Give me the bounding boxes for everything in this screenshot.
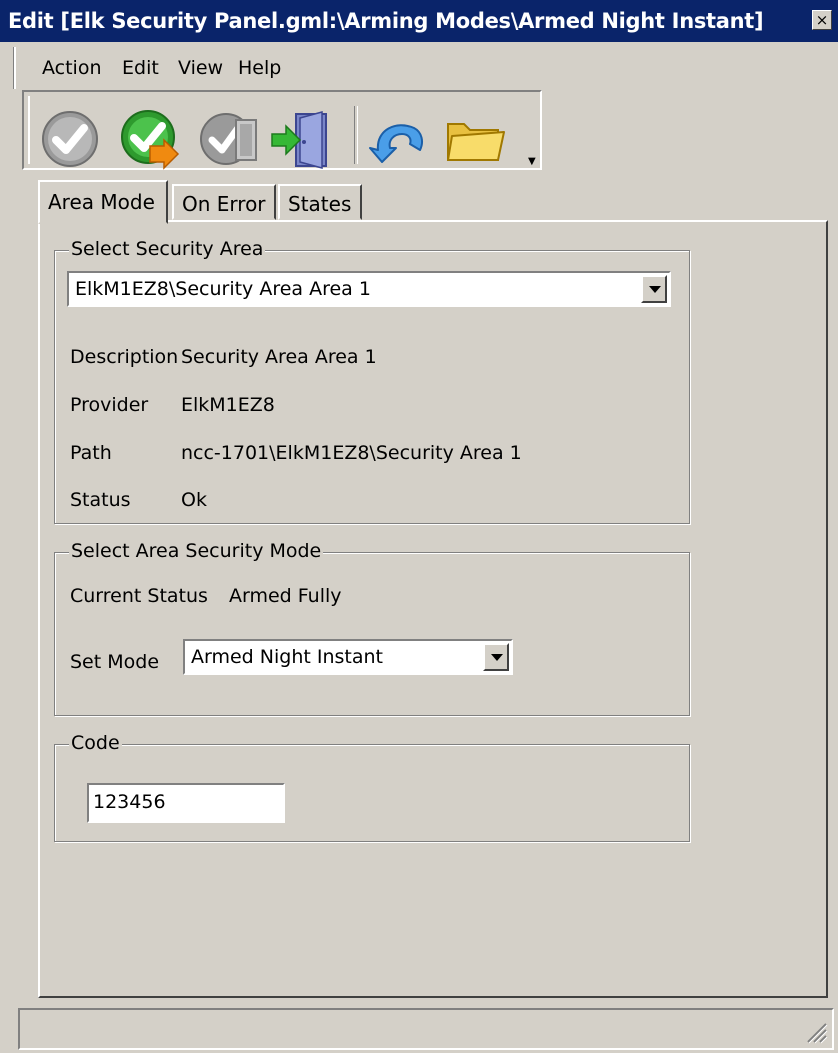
check-go-icon[interactable] bbox=[120, 108, 182, 170]
status-label: Status bbox=[70, 489, 131, 511]
current-status-label: Current Status bbox=[70, 585, 208, 607]
security-area-dropdown-button[interactable] bbox=[641, 275, 667, 303]
resize-grip-icon[interactable] bbox=[804, 1020, 828, 1044]
title-bar: Edit [Elk Security Panel.gml:\Arming Mod… bbox=[0, 0, 838, 42]
menu-action[interactable]: Action bbox=[42, 57, 102, 79]
chevron-down-icon bbox=[649, 286, 661, 293]
check-icon[interactable] bbox=[40, 108, 102, 170]
tab-panel-area-mode: Select Security Area ElkM1EZ8\Security A… bbox=[38, 220, 828, 998]
set-mode-selected: Armed Night Instant bbox=[191, 646, 383, 668]
tab-states[interactable]: States bbox=[278, 184, 362, 220]
window-title: Edit [Elk Security Panel.gml:\Arming Mod… bbox=[8, 9, 764, 33]
tab-on-error[interactable]: On Error bbox=[172, 184, 276, 220]
code-group: Code bbox=[54, 732, 690, 842]
exit-door-icon[interactable] bbox=[270, 108, 332, 170]
status-bar bbox=[18, 1008, 834, 1050]
menu-bar: Action Edit View Help bbox=[14, 47, 836, 89]
toolbar-dropdown-arrow[interactable]: ▼ bbox=[528, 156, 536, 167]
code-field-box[interactable] bbox=[87, 783, 285, 823]
toolbar-separator bbox=[354, 106, 358, 164]
code-input[interactable] bbox=[89, 785, 277, 819]
toolbar-band: ▼ bbox=[28, 96, 536, 170]
code-legend: Code bbox=[69, 732, 122, 754]
toolbar: ▼ bbox=[22, 90, 542, 170]
undo-icon[interactable] bbox=[366, 108, 428, 170]
check-door-icon[interactable] bbox=[200, 108, 262, 170]
chevron-down-icon bbox=[491, 654, 503, 661]
set-mode-dropdown-button[interactable] bbox=[483, 643, 509, 671]
set-mode-select[interactable]: Armed Night Instant bbox=[183, 639, 513, 675]
current-status-value: Armed Fully bbox=[229, 585, 342, 607]
set-mode-label: Set Mode bbox=[70, 651, 160, 673]
close-button[interactable]: × bbox=[812, 10, 832, 30]
security-area-selected: ElkM1EZ8\Security Area Area 1 bbox=[75, 278, 371, 300]
description-value: Security Area Area 1 bbox=[181, 346, 377, 368]
status-value: Ok bbox=[181, 489, 207, 511]
path-value: ncc-1701\ElkM1EZ8\Security Area 1 bbox=[181, 442, 522, 464]
menu-view[interactable]: View bbox=[178, 57, 223, 79]
provider-label: Provider bbox=[70, 394, 149, 416]
description-label: Description bbox=[70, 346, 179, 368]
security-area-group: Select Security Area ElkM1EZ8\Security A… bbox=[54, 238, 690, 524]
menu-edit[interactable]: Edit bbox=[122, 57, 159, 79]
security-mode-legend: Select Area Security Mode bbox=[69, 540, 324, 562]
security-area-legend: Select Security Area bbox=[69, 238, 266, 260]
security-mode-group: Select Area Security Mode Current Status… bbox=[54, 540, 690, 716]
path-label: Path bbox=[70, 442, 112, 464]
security-area-select[interactable]: ElkM1EZ8\Security Area Area 1 bbox=[67, 271, 671, 307]
folder-icon[interactable] bbox=[444, 108, 506, 170]
tab-area-mode[interactable]: Area Mode bbox=[38, 180, 168, 224]
provider-value: ElkM1EZ8 bbox=[181, 394, 275, 416]
menu-help[interactable]: Help bbox=[238, 57, 281, 79]
